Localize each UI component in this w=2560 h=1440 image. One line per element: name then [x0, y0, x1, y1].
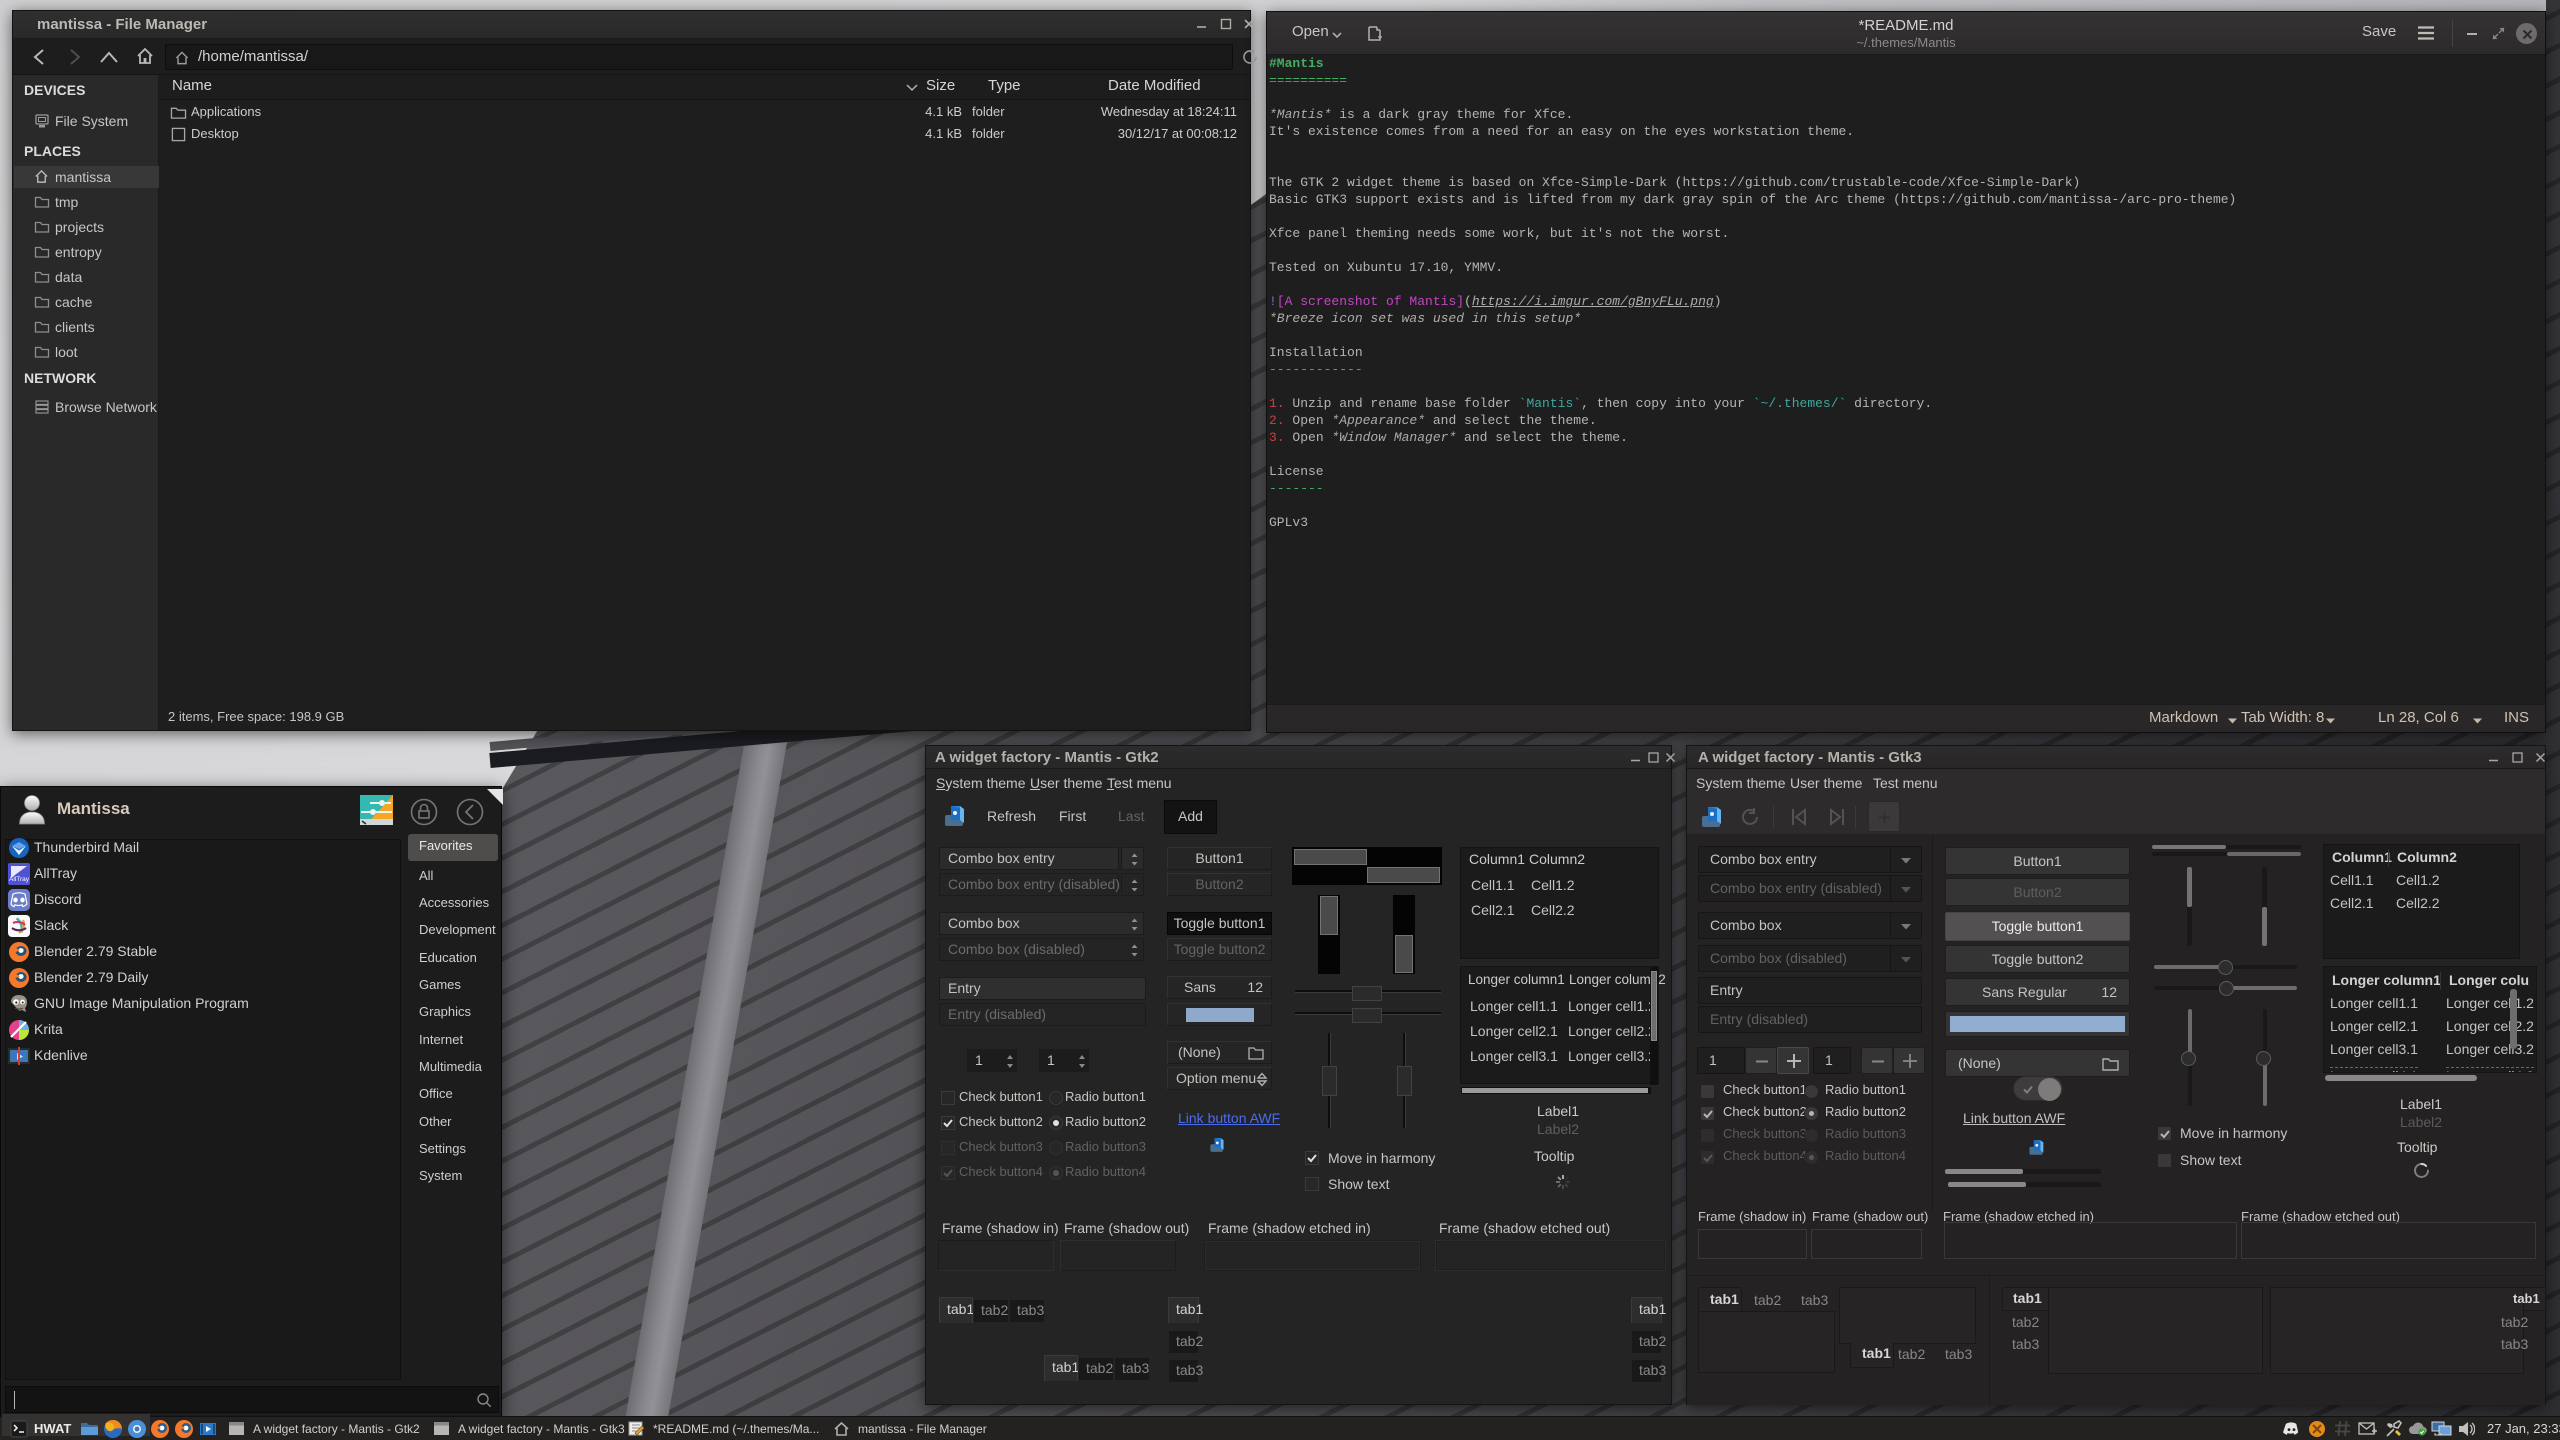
svg-text:AllTray: AllTray	[9, 876, 30, 883]
